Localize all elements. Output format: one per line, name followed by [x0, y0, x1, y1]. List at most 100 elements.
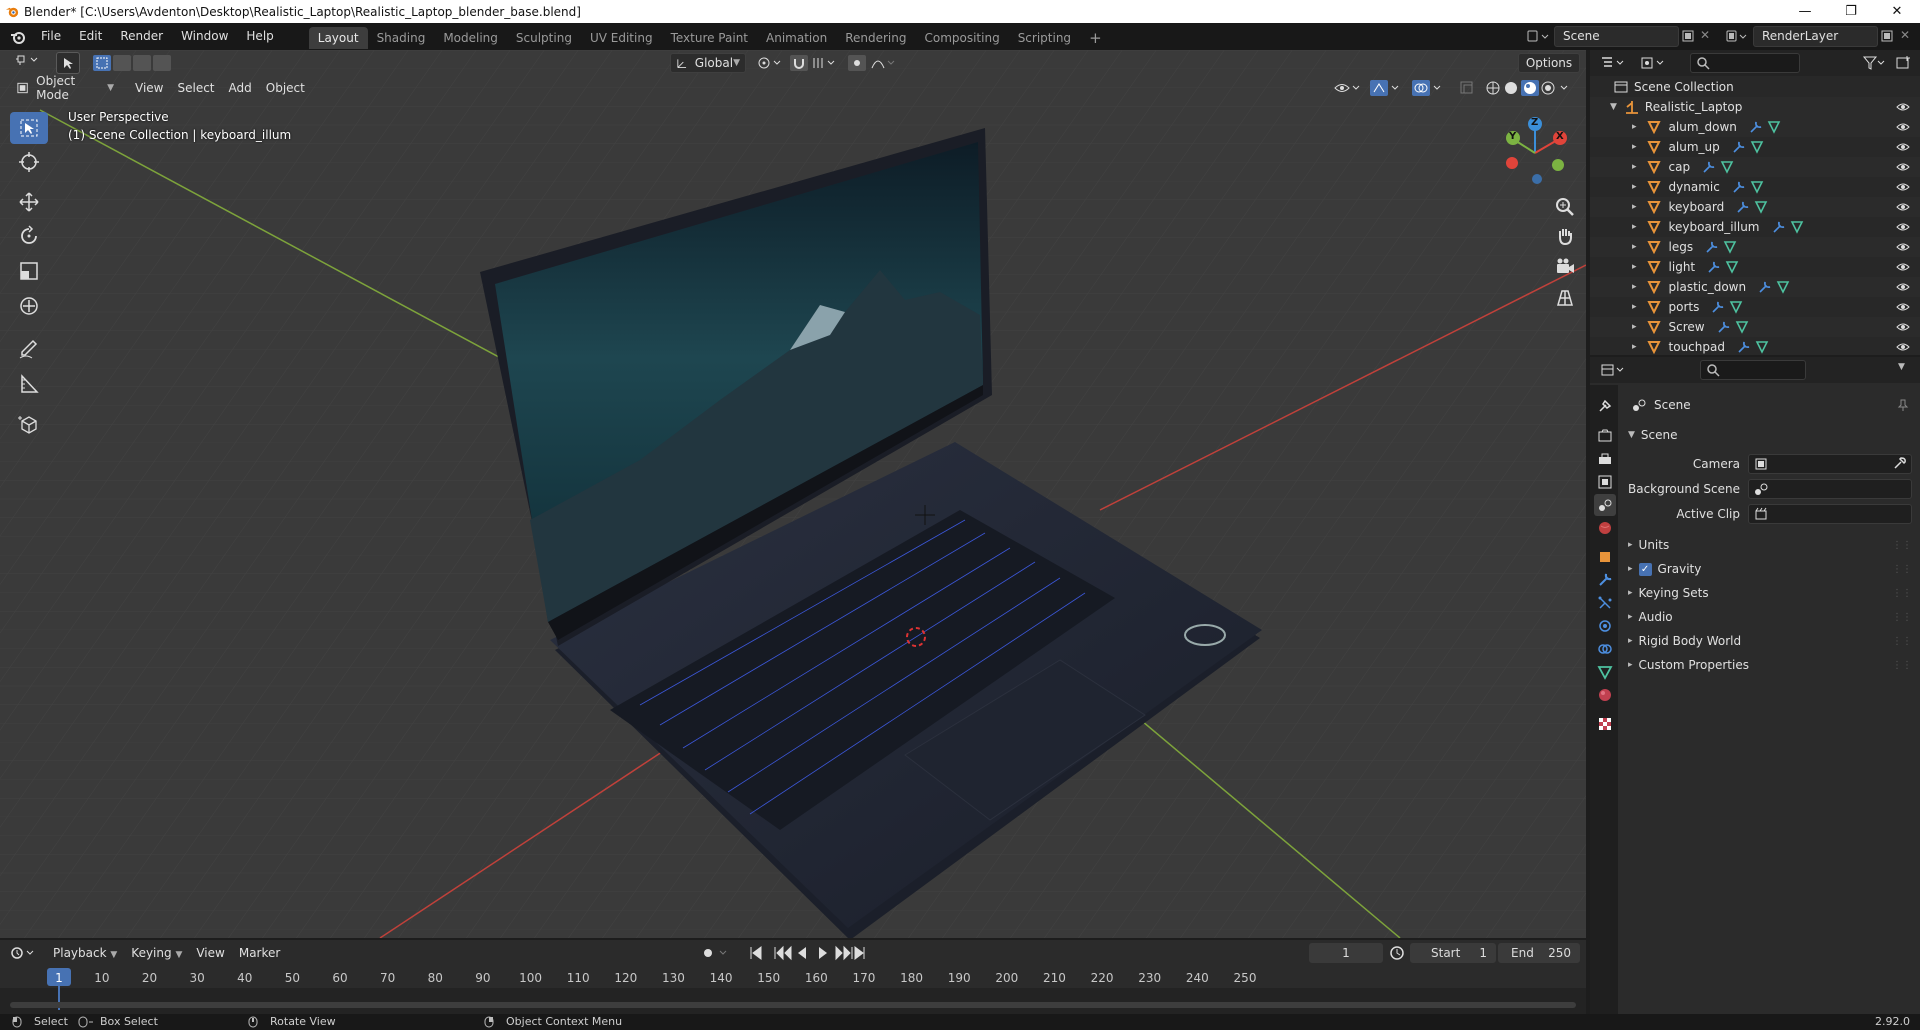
drag-handle-icon[interactable]: ⋮⋮: [1892, 636, 1912, 647]
outliner-object-row[interactable]: ▸ dynamic: [1590, 177, 1920, 197]
menu-help[interactable]: Help: [237, 23, 282, 50]
expand-arrow-icon[interactable]: ▸: [1632, 302, 1637, 312]
keying-sets-panel[interactable]: ▸ Keying Sets ⋮⋮: [1618, 583, 1920, 603]
properties-search-input[interactable]: [1700, 360, 1806, 380]
drag-handle-icon[interactable]: ⋮⋮: [1892, 564, 1912, 575]
menu-render[interactable]: Render: [111, 23, 172, 50]
menu-edit[interactable]: Edit: [70, 23, 111, 50]
rotate-tool[interactable]: [10, 220, 48, 252]
expand-arrow-icon[interactable]: ▸: [1632, 142, 1637, 152]
tab-scripting[interactable]: Scripting: [1009, 27, 1080, 49]
display-mode-icon[interactable]: [1640, 55, 1668, 71]
tab-layout[interactable]: Layout: [308, 26, 368, 49]
outliner-object-row[interactable]: ▸ Screw: [1590, 317, 1920, 337]
modifier-wrench-icon[interactable]: [1732, 140, 1746, 154]
expand-arrow-icon[interactable]: ▸: [1632, 242, 1637, 252]
custom-properties-panel[interactable]: ▸ Custom Properties ⋮⋮: [1618, 655, 1920, 675]
tab-texture-paint[interactable]: Texture Paint: [662, 27, 757, 49]
drag-handle-icon[interactable]: ⋮⋮: [1892, 540, 1912, 551]
output-tab-icon[interactable]: [1594, 448, 1616, 470]
audio-panel[interactable]: ▸ Audio ⋮⋮: [1618, 607, 1920, 627]
drag-handle-icon[interactable]: ⋮⋮: [1892, 660, 1912, 671]
expand-arrow-icon[interactable]: ▸: [1632, 342, 1637, 352]
select-box-tool[interactable]: [10, 112, 48, 144]
mesh-data-icon[interactable]: [1729, 300, 1743, 314]
preview-range-icon[interactable]: [1389, 945, 1405, 961]
texture-tab-icon[interactable]: [1594, 713, 1616, 735]
measure-tool[interactable]: [10, 368, 48, 400]
timeline-editor-type-icon[interactable]: [10, 945, 38, 961]
cursor-tool[interactable]: [10, 146, 48, 178]
modifier-wrench-icon[interactable]: [1707, 260, 1721, 274]
menu-window[interactable]: Window: [172, 23, 237, 50]
timeline-view-menu[interactable]: View: [189, 943, 231, 963]
outliner-object-row[interactable]: ▸ alum_up: [1590, 137, 1920, 157]
active-clip-field[interactable]: [1748, 504, 1912, 524]
material-tab-icon[interactable]: [1594, 684, 1616, 706]
drag-handle-icon[interactable]: ⋮⋮: [1892, 612, 1912, 623]
mesh-data-icon[interactable]: [1750, 180, 1764, 194]
drag-handle-icon[interactable]: ⋮⋮: [1892, 588, 1912, 599]
playback-menu[interactable]: Playback ▼: [46, 943, 124, 963]
remove-view-layer-icon[interactable]: ✕: [1900, 28, 1910, 42]
outliner-root-object[interactable]: ▼ Realistic_Laptop: [1590, 97, 1920, 117]
remove-scene-icon[interactable]: ✕: [1700, 28, 1710, 42]
camera-field[interactable]: [1748, 454, 1912, 474]
mesh-data-icon[interactable]: [1755, 340, 1769, 354]
eye-icon[interactable]: [1896, 140, 1910, 154]
scene-panel-header[interactable]: ▼ Scene: [1618, 425, 1920, 445]
overlays-toggle-icon[interactable]: [1412, 79, 1444, 97]
particles-tab-icon[interactable]: [1594, 592, 1616, 614]
modifier-wrench-icon[interactable]: [1702, 160, 1716, 174]
object-tab-icon[interactable]: [1594, 546, 1616, 568]
outliner-object-row[interactable]: ▸ cap: [1590, 157, 1920, 177]
outliner-editor-type-icon[interactable]: [1600, 55, 1628, 71]
outliner-object-row[interactable]: ▸ plastic_down: [1590, 277, 1920, 297]
gravity-checkbox[interactable]: ✓: [1638, 562, 1652, 576]
modifier-wrench-icon[interactable]: [1758, 280, 1772, 294]
outliner-scene-collection[interactable]: Scene Collection: [1590, 77, 1920, 97]
auto-keying-toggle-icon[interactable]: [700, 945, 734, 961]
expand-arrow-icon[interactable]: ▸: [1632, 162, 1637, 172]
move-tool[interactable]: [10, 186, 48, 218]
mesh-data-icon[interactable]: [1754, 200, 1768, 214]
chevron-down-icon[interactable]: ▼: [1898, 362, 1905, 372]
eye-icon[interactable]: [1896, 320, 1910, 334]
close-window-button[interactable]: ✕: [1874, 0, 1920, 23]
zoom-view-icon[interactable]: [1554, 196, 1576, 218]
camera-view-icon[interactable]: [1554, 256, 1576, 278]
render-tab-icon[interactable]: [1594, 425, 1616, 447]
options-dropdown[interactable]: Options: [1518, 53, 1580, 73]
expand-arrow-icon[interactable]: ▸: [1632, 122, 1637, 132]
mesh-data-icon[interactable]: [1720, 160, 1734, 174]
transform-tool[interactable]: [10, 290, 48, 322]
eye-icon[interactable]: [1896, 280, 1910, 294]
expand-arrow-icon[interactable]: ▸: [1632, 182, 1637, 192]
start-frame-field[interactable]: Start 1: [1410, 943, 1496, 963]
view-layer-tab-icon[interactable]: [1594, 471, 1616, 493]
filter-icon[interactable]: [1862, 55, 1886, 71]
background-scene-field[interactable]: [1748, 479, 1912, 499]
xray-toggle-icon[interactable]: [1458, 79, 1476, 97]
new-view-layer-icon[interactable]: [1880, 29, 1894, 43]
pin-icon[interactable]: [1896, 398, 1910, 412]
current-frame-field[interactable]: 1: [1309, 943, 1383, 963]
outliner-search-input[interactable]: [1690, 53, 1800, 73]
modifier-wrench-icon[interactable]: [1736, 200, 1750, 214]
expand-arrow-icon[interactable]: ▸: [1632, 282, 1637, 292]
expand-arrow-icon[interactable]: ▸: [1632, 322, 1637, 332]
marker-menu[interactable]: Marker: [232, 943, 287, 963]
outliner-object-row[interactable]: ▸ legs: [1590, 237, 1920, 257]
tab-rendering[interactable]: Rendering: [836, 27, 915, 49]
eye-icon[interactable]: [1896, 260, 1910, 274]
perspective-toggle-icon[interactable]: [1554, 287, 1576, 309]
object-mode-dropdown[interactable]: Object Mode ▼: [10, 74, 120, 102]
new-collection-icon[interactable]: [1895, 55, 1911, 71]
view-layer-field[interactable]: RenderLayer: [1753, 26, 1878, 47]
timeline-scrollbar[interactable]: [10, 1002, 1576, 1008]
eye-icon[interactable]: [1896, 100, 1910, 114]
keying-menu[interactable]: Keying ▼: [124, 943, 189, 963]
mesh-data-icon[interactable]: [1776, 280, 1790, 294]
eyedropper-icon[interactable]: [1893, 456, 1907, 470]
scene-name-field[interactable]: Scene: [1554, 26, 1679, 47]
